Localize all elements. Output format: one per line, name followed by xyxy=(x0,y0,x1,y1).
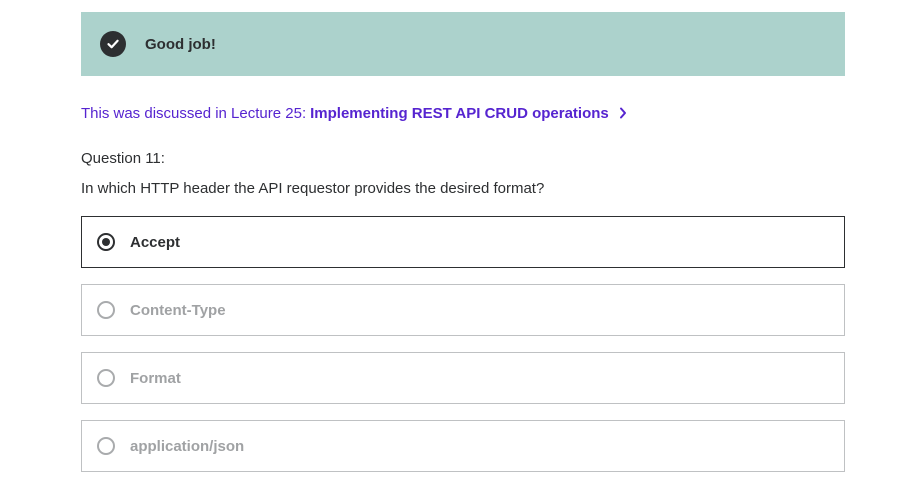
lecture-prefix: This was discussed in Lecture 25: xyxy=(81,104,307,122)
radio-button-selected[interactable] xyxy=(97,233,115,251)
answer-option-accept[interactable]: Accept xyxy=(81,216,845,268)
quiz-result-panel: Good job! This was discussed in Lecture … xyxy=(81,12,845,488)
answer-label: Accept xyxy=(130,233,181,251)
answer-label: Content-Type xyxy=(130,301,226,319)
radio-dot xyxy=(102,238,110,246)
lecture-reference: This was discussed in Lecture 25: Implem… xyxy=(81,103,845,123)
radio-button[interactable] xyxy=(97,437,115,455)
answer-options: Accept Content-Type Format application/j… xyxy=(81,216,845,472)
radio-button[interactable] xyxy=(97,369,115,387)
answer-option-application-json[interactable]: application/json xyxy=(81,420,845,472)
answer-label: Format xyxy=(130,369,181,387)
chevron-right-icon[interactable] xyxy=(619,107,627,119)
lecture-link[interactable]: Implementing REST API CRUD operations xyxy=(310,105,609,122)
radio-button[interactable] xyxy=(97,301,115,319)
answer-option-content-type[interactable]: Content-Type xyxy=(81,284,845,336)
success-banner: Good job! xyxy=(81,12,845,76)
answer-option-format[interactable]: Format xyxy=(81,352,845,404)
question-number: Question 11: xyxy=(81,150,165,167)
check-circle-icon xyxy=(100,31,126,57)
question-text: In which HTTP header the API requestor p… xyxy=(81,180,545,197)
answer-label: application/json xyxy=(130,437,245,455)
banner-title: Good job! xyxy=(145,35,216,53)
